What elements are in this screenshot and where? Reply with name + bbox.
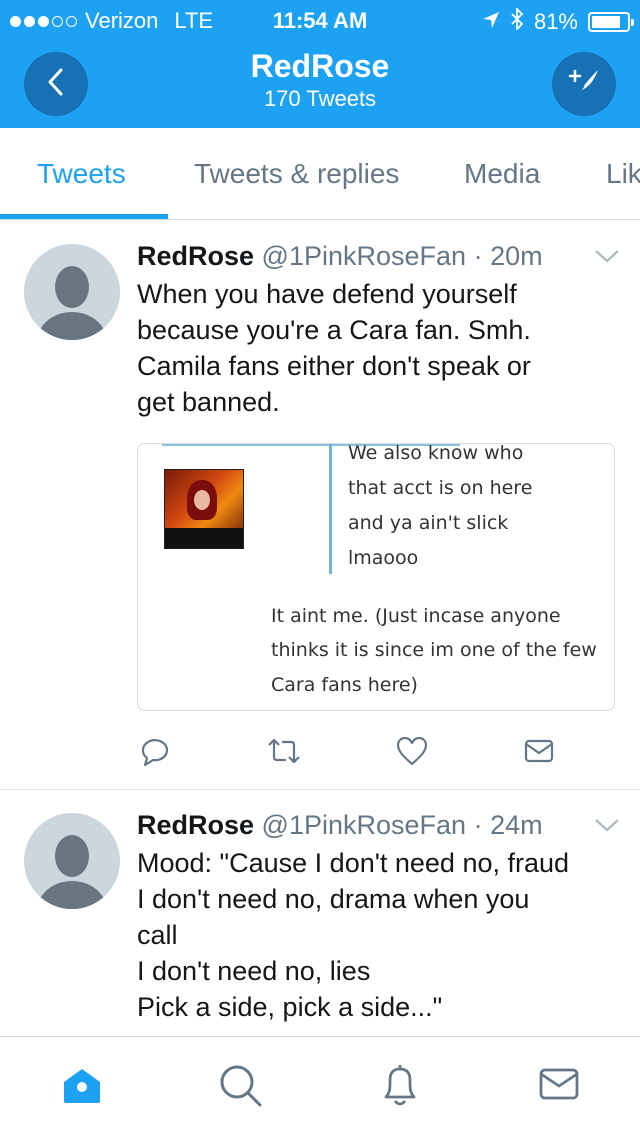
tweet-meta: RedRose @1PinkRoseFan · 20m <box>137 241 543 271</box>
tab-tweets[interactable]: Tweets <box>37 158 126 190</box>
tab-likes[interactable]: Likes <box>606 158 640 190</box>
compose-feather-icon <box>564 62 604 107</box>
tweet-text: Mood: "Cause I don't need no, fraud I do… <box>137 848 570 1022</box>
tweet-image-attachment[interactable]: We also know who that acct is on here an… <box>137 443 615 711</box>
reply-icon[interactable] <box>137 735 169 772</box>
tweet-author-name: RedRose <box>137 241 255 271</box>
tweet-author-handle: @1PinkRoseFan <box>261 241 467 271</box>
chevron-down-icon[interactable] <box>594 817 620 838</box>
profile-header: Verizon LTE 11:54 AM 81% RedRose 170 Twe… <box>0 0 640 128</box>
battery-icon <box>588 12 634 32</box>
profile-tabs: Tweets Tweets & replies Media Likes <box>0 128 640 220</box>
battery-percent: 81% <box>533 9 578 34</box>
profile-thumbnail-image <box>164 469 244 549</box>
bottom-tab-bar <box>0 1036 640 1136</box>
tweet-count: 170 Tweets <box>263 86 377 111</box>
messages-icon[interactable] <box>538 1063 580 1110</box>
location-icon <box>482 9 500 35</box>
tweet-author-name: RedRose <box>137 810 255 840</box>
tweet-timestamp: 24m <box>490 810 543 840</box>
bluetooth-icon <box>510 6 524 36</box>
home-icon[interactable] <box>60 1063 104 1112</box>
search-icon[interactable] <box>218 1063 264 1114</box>
status-bar: Verizon LTE 11:54 AM 81% <box>0 0 640 40</box>
tweet-author-handle: @1PinkRoseFan <box>261 810 467 840</box>
notifications-bell-icon[interactable] <box>380 1063 420 1114</box>
active-tab-indicator <box>0 214 168 219</box>
like-heart-icon[interactable] <box>395 735 429 772</box>
tab-tweets-replies[interactable]: Tweets & replies <box>194 158 399 190</box>
tab-media[interactable]: Media <box>464 158 540 190</box>
tweet-timestamp: 20m <box>490 241 543 271</box>
tweet-text: When you have defend yourself because yo… <box>137 279 531 417</box>
chevron-down-icon[interactable] <box>594 248 620 269</box>
tweet-meta: RedRose @1PinkRoseFan · 24m <box>137 810 543 840</box>
retweet-icon[interactable] <box>264 735 304 772</box>
compose-tweet-button[interactable] <box>552 52 616 116</box>
avatar[interactable] <box>24 813 120 909</box>
avatar[interactable] <box>24 244 120 340</box>
tweet-divider <box>0 789 640 790</box>
direct-message-icon[interactable] <box>523 735 555 772</box>
profile-name-title: RedRose <box>250 48 390 84</box>
